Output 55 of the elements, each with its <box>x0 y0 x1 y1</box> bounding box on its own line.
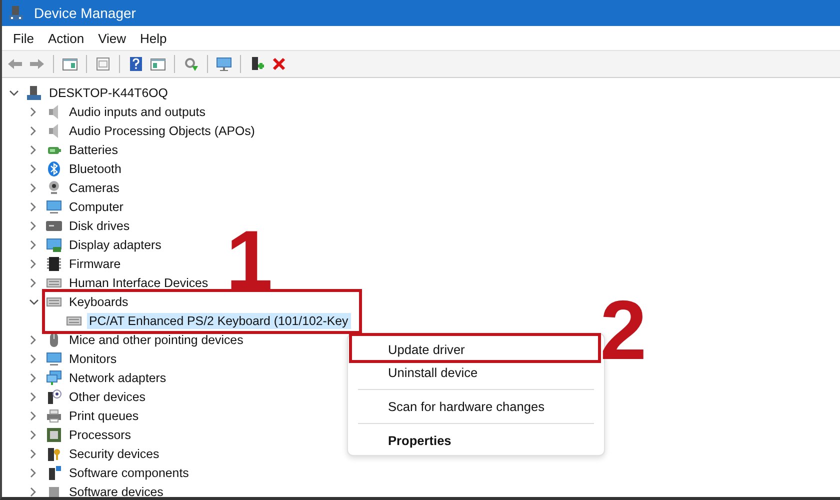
computer-icon <box>26 84 42 100</box>
tree-item[interactable]: Keyboards <box>67 294 130 310</box>
back-arrow-icon[interactable] <box>7 56 23 72</box>
tree-item[interactable]: Cameras <box>67 180 122 196</box>
tree-item[interactable]: Display adapters <box>67 236 164 252</box>
tree-item[interactable]: Audio Processing Objects (APOs) <box>67 122 257 138</box>
tree-item[interactable]: Firmware <box>67 256 123 272</box>
tree-item[interactable]: Network adapters <box>67 370 168 386</box>
annotation-number: 2 <box>600 298 647 362</box>
tree-item[interactable]: Disk drives <box>67 218 132 234</box>
security-key-icon <box>46 446 62 462</box>
tree-item[interactable]: Print queues <box>67 408 141 424</box>
tree-item[interactable]: Software components <box>67 464 191 480</box>
tree-item[interactable]: Software devices <box>67 484 166 497</box>
tree-item[interactable]: DESKTOP-K44T6OQ <box>47 84 170 100</box>
device-plus-icon[interactable] <box>249 56 265 72</box>
panel-icon[interactable] <box>62 56 78 72</box>
menu-item[interactable]: File <box>6 28 41 48</box>
annotation-number: 1 <box>226 228 273 292</box>
printer-icon <box>46 408 62 424</box>
tree-item[interactable]: PC/AT Enhanced PS/2 Keyboard (101/102-Key <box>87 312 352 328</box>
monitor-icon <box>46 198 62 214</box>
display-adapter-icon <box>46 236 62 252</box>
question-device-icon <box>46 388 62 404</box>
tree-item[interactable]: Monitors <box>67 350 119 366</box>
menu-item[interactable]: Action <box>40 28 92 48</box>
window-icon[interactable] <box>95 56 111 72</box>
processor-icon <box>46 426 62 442</box>
monitor-icon <box>46 350 62 366</box>
tree-item[interactable]: Audio inputs and outputs <box>67 104 208 120</box>
forward-arrow-icon[interactable] <box>29 56 45 72</box>
tree-item[interactable]: Bluetooth <box>67 160 124 176</box>
menu-item[interactable]: View <box>91 28 134 48</box>
help-icon[interactable] <box>128 56 144 72</box>
bluetooth-icon <box>46 160 62 176</box>
computer-icon <box>8 5 24 21</box>
tree-item[interactable]: Security devices <box>67 446 162 462</box>
tree-item[interactable]: Mice and other pointing devices <box>67 332 246 348</box>
close-icon[interactable] <box>271 56 287 72</box>
monitor-icon[interactable] <box>216 56 232 72</box>
tree-item[interactable]: Batteries <box>67 142 120 158</box>
panel-icon[interactable] <box>150 56 166 72</box>
context-menu-item[interactable]: Scan for hardware changes <box>358 395 594 418</box>
context-menu-item[interactable]: Properties <box>358 429 594 452</box>
tree-item[interactable]: Processors <box>67 426 133 442</box>
webcam-icon <box>46 180 62 196</box>
context-menu-item[interactable]: Uninstall device <box>358 361 594 384</box>
tree-item[interactable]: Other devices <box>67 388 148 404</box>
tree-item[interactable]: Human Interface Devices <box>67 274 210 290</box>
tree-item[interactable]: Computer <box>67 198 126 214</box>
network-icon <box>46 370 62 386</box>
window-title: Device Manager <box>34 5 136 21</box>
chip-icon <box>46 256 62 272</box>
menu-item[interactable]: Help <box>133 28 174 48</box>
context-menu-item[interactable]: Update driver <box>358 338 594 361</box>
